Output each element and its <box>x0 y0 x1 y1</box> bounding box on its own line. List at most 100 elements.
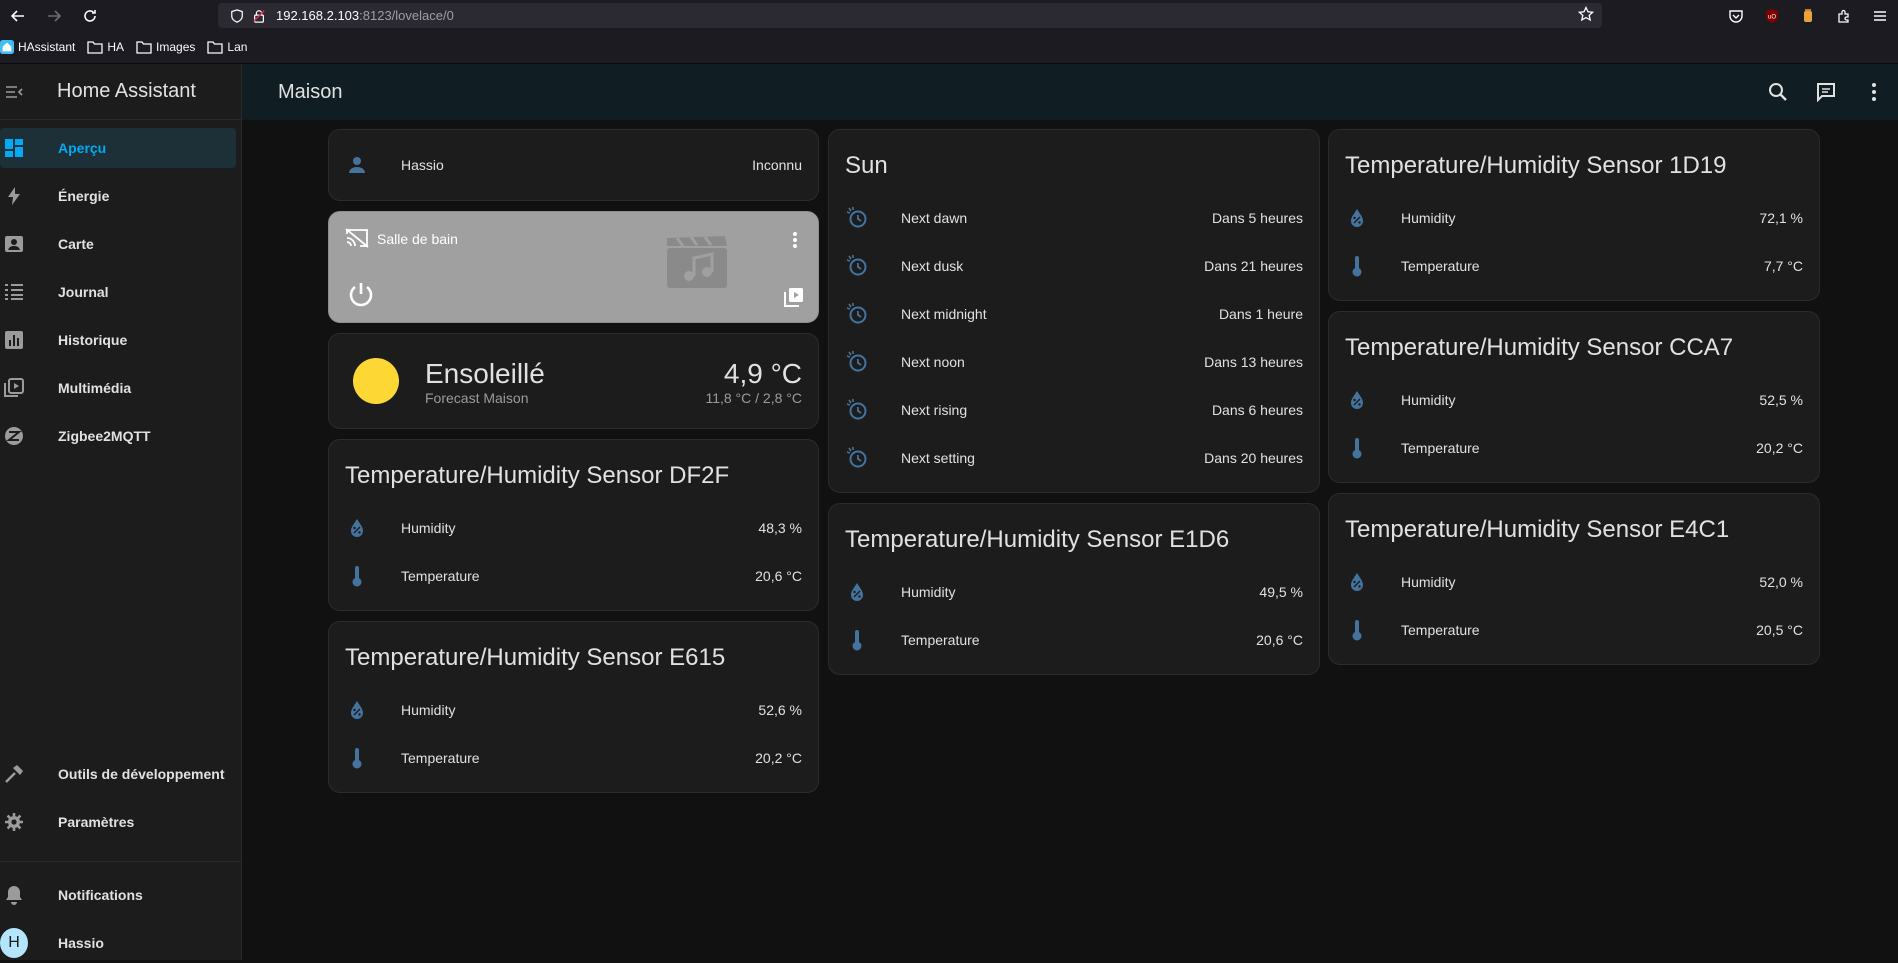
entity-row-person[interactable]: Hassio Inconnu <box>345 145 802 185</box>
search-button[interactable] <box>1754 64 1802 120</box>
bookmark-star-icon[interactable] <box>1578 6 1594 22</box>
entity-row-next-setting[interactable]: Next setting Dans 20 heures <box>845 438 1303 478</box>
entity-row-next-rising[interactable]: Next rising Dans 6 heures <box>845 390 1303 430</box>
extensions-puzzle-icon[interactable] <box>1826 0 1862 31</box>
entity-row-next-midnight[interactable]: Next midnight Dans 1 heure <box>845 294 1303 334</box>
media-browse-button[interactable] <box>784 287 804 307</box>
ublock-icon[interactable]: uO <box>1754 0 1790 31</box>
weather-temperature-range: 11,8 °C / 2,8 °C <box>705 390 802 406</box>
bookmark-hassistant[interactable]: HAssistant <box>0 40 75 54</box>
entity-row-humidity[interactable]: Humidity 72,1 % <box>1345 198 1803 238</box>
sidebar-item-carte[interactable]: Carte <box>0 224 236 264</box>
home-assistant-favicon-icon <box>0 40 14 54</box>
entity-row-next-noon[interactable]: Next noon Dans 13 heures <box>845 342 1303 382</box>
entity-row-next-dusk[interactable]: Next dusk Dans 21 heures <box>845 246 1303 286</box>
cast-off-icon <box>345 228 369 248</box>
clock-sun-icon <box>845 302 869 326</box>
folder-icon <box>136 40 152 54</box>
sidebar-item-outils[interactable]: Outils de développement <box>0 754 236 794</box>
arrow-right-icon <box>48 9 62 22</box>
sidebar-item-energie[interactable]: Énergie <box>0 176 236 216</box>
media-icon <box>0 378 28 398</box>
sidebar-item-historique[interactable]: Historique <box>0 320 236 360</box>
power-button[interactable] <box>347 281 375 309</box>
sidebar-item-parametres[interactable]: Paramètres <box>0 802 236 842</box>
url-path: :8123/lovelace/0 <box>359 8 454 23</box>
sidebar-toggle-button[interactable] <box>0 64 28 120</box>
shield-icon[interactable] <box>226 3 248 28</box>
sensor-card-e4c1: Temperature/Humidity Sensor E4C1 Humidit… <box>1328 493 1820 665</box>
sunny-weather-icon <box>353 358 399 404</box>
entity-row-humidity[interactable]: Humidity 48,3 % <box>345 508 802 548</box>
chart-icon <box>0 330 28 350</box>
entity-row-humidity[interactable]: Humidity 52,6 % <box>345 690 802 730</box>
entity-row-temperature[interactable]: Temperature 20,5 °C <box>1345 610 1803 650</box>
sidebar-item-journal[interactable]: Journal <box>0 272 236 312</box>
search-icon <box>1769 83 1787 101</box>
ha-toolbar: Maison <box>242 64 1898 120</box>
url-host: 192.168.2.103 <box>276 8 360 23</box>
clock-sun-icon <box>845 446 869 470</box>
water-percent-icon <box>845 580 869 604</box>
media-control-card[interactable]: Salle de bain <box>328 211 819 323</box>
thermometer-icon <box>345 564 369 588</box>
arrow-left-icon <box>10 9 24 22</box>
app-menu-icon[interactable] <box>1862 0 1898 31</box>
thermometer-icon <box>845 628 869 652</box>
svg-text:uO: uO <box>1768 14 1776 20</box>
reload-button[interactable] <box>72 0 108 31</box>
back-button[interactable] <box>0 0 36 31</box>
sidebar-item-user[interactable]: H Hassio <box>0 923 236 963</box>
sidebar-item-apercu[interactable]: Aperçu <box>0 128 236 168</box>
clock-sun-icon <box>845 254 869 278</box>
map-icon <box>0 234 28 254</box>
entity-row-temperature[interactable]: Temperature 20,6 °C <box>345 556 802 596</box>
clock-sun-icon <box>845 350 869 374</box>
person-card[interactable]: Hassio Inconnu <box>328 129 819 201</box>
sensor-card-e1d6: Temperature/Humidity Sensor E1D6 Humidit… <box>828 503 1320 675</box>
url-bar[interactable]: 192.168.2.103:8123/lovelace/0 <box>218 3 1602 28</box>
entity-row-humidity[interactable]: Humidity 49,5 % <box>845 572 1303 612</box>
entity-row-temperature[interactable]: Temperature 7,7 °C <box>1345 246 1803 286</box>
weather-temperature: 4,9 °C <box>723 358 802 389</box>
entity-row-temperature[interactable]: Temperature 20,2 °C <box>345 738 802 778</box>
clock-sun-icon <box>845 206 869 230</box>
sidebar-item-multimedia[interactable]: Multimédia <box>0 368 236 408</box>
entity-row-next-dawn[interactable]: Next dawn Dans 5 heures <box>845 198 1303 238</box>
card-title: Sun <box>845 152 888 179</box>
entity-row-temperature[interactable]: Temperature 20,6 °C <box>845 620 1303 660</box>
power-icon <box>349 283 373 307</box>
thermometer-icon <box>1345 254 1369 278</box>
entity-row-temperature[interactable]: Temperature 20,2 °C <box>1345 428 1803 468</box>
entity-row-humidity[interactable]: Humidity 52,5 % <box>1345 380 1803 420</box>
assist-button[interactable] <box>1802 64 1850 120</box>
water-percent-icon <box>345 698 369 722</box>
play-box-multiple-icon <box>784 288 803 307</box>
list-icon <box>0 283 28 301</box>
card-title: Temperature/Humidity Sensor 1D19 <box>1345 152 1727 179</box>
pocket-icon[interactable] <box>1718 0 1754 31</box>
sidebar-item-notifications[interactable]: Notifications <box>0 875 236 915</box>
bookmark-images[interactable]: Images <box>136 40 195 54</box>
sidebar-header: Home Assistant <box>0 64 241 120</box>
overflow-menu-button[interactable] <box>1850 64 1898 120</box>
avatar: H <box>0 928 28 958</box>
forward-button[interactable] <box>36 0 72 31</box>
card-title: Temperature/Humidity Sensor E4C1 <box>1345 516 1730 543</box>
ha-sidebar: Home Assistant Aperçu Énergie Carte Jour… <box>0 64 242 960</box>
jar-extension-icon[interactable] <box>1790 0 1826 31</box>
media-more-button[interactable] <box>792 231 798 249</box>
bookmark-ha[interactable]: HA <box>87 40 124 54</box>
card-title: Temperature/Humidity Sensor E615 <box>345 644 726 671</box>
browser-toolbar: 192.168.2.103:8123/lovelace/0 uO <box>0 0 1898 31</box>
thermometer-icon <box>1345 618 1369 642</box>
gear-icon <box>0 812 28 832</box>
bookmarks-bar: HAssistant HA Images Lan <box>0 31 1898 64</box>
entity-row-humidity[interactable]: Humidity 52,0 % <box>1345 562 1803 602</box>
insecure-lock-icon[interactable] <box>248 3 270 28</box>
sidebar-item-zigbee2mqtt[interactable]: Zigbee2MQTT <box>0 416 236 456</box>
weather-card[interactable]: Ensoleillé Forecast Maison 4,9 °C 11,8 °… <box>328 333 819 429</box>
thermometer-icon <box>345 746 369 770</box>
bookmark-lan[interactable]: Lan <box>207 40 247 54</box>
water-percent-icon <box>1345 206 1369 230</box>
